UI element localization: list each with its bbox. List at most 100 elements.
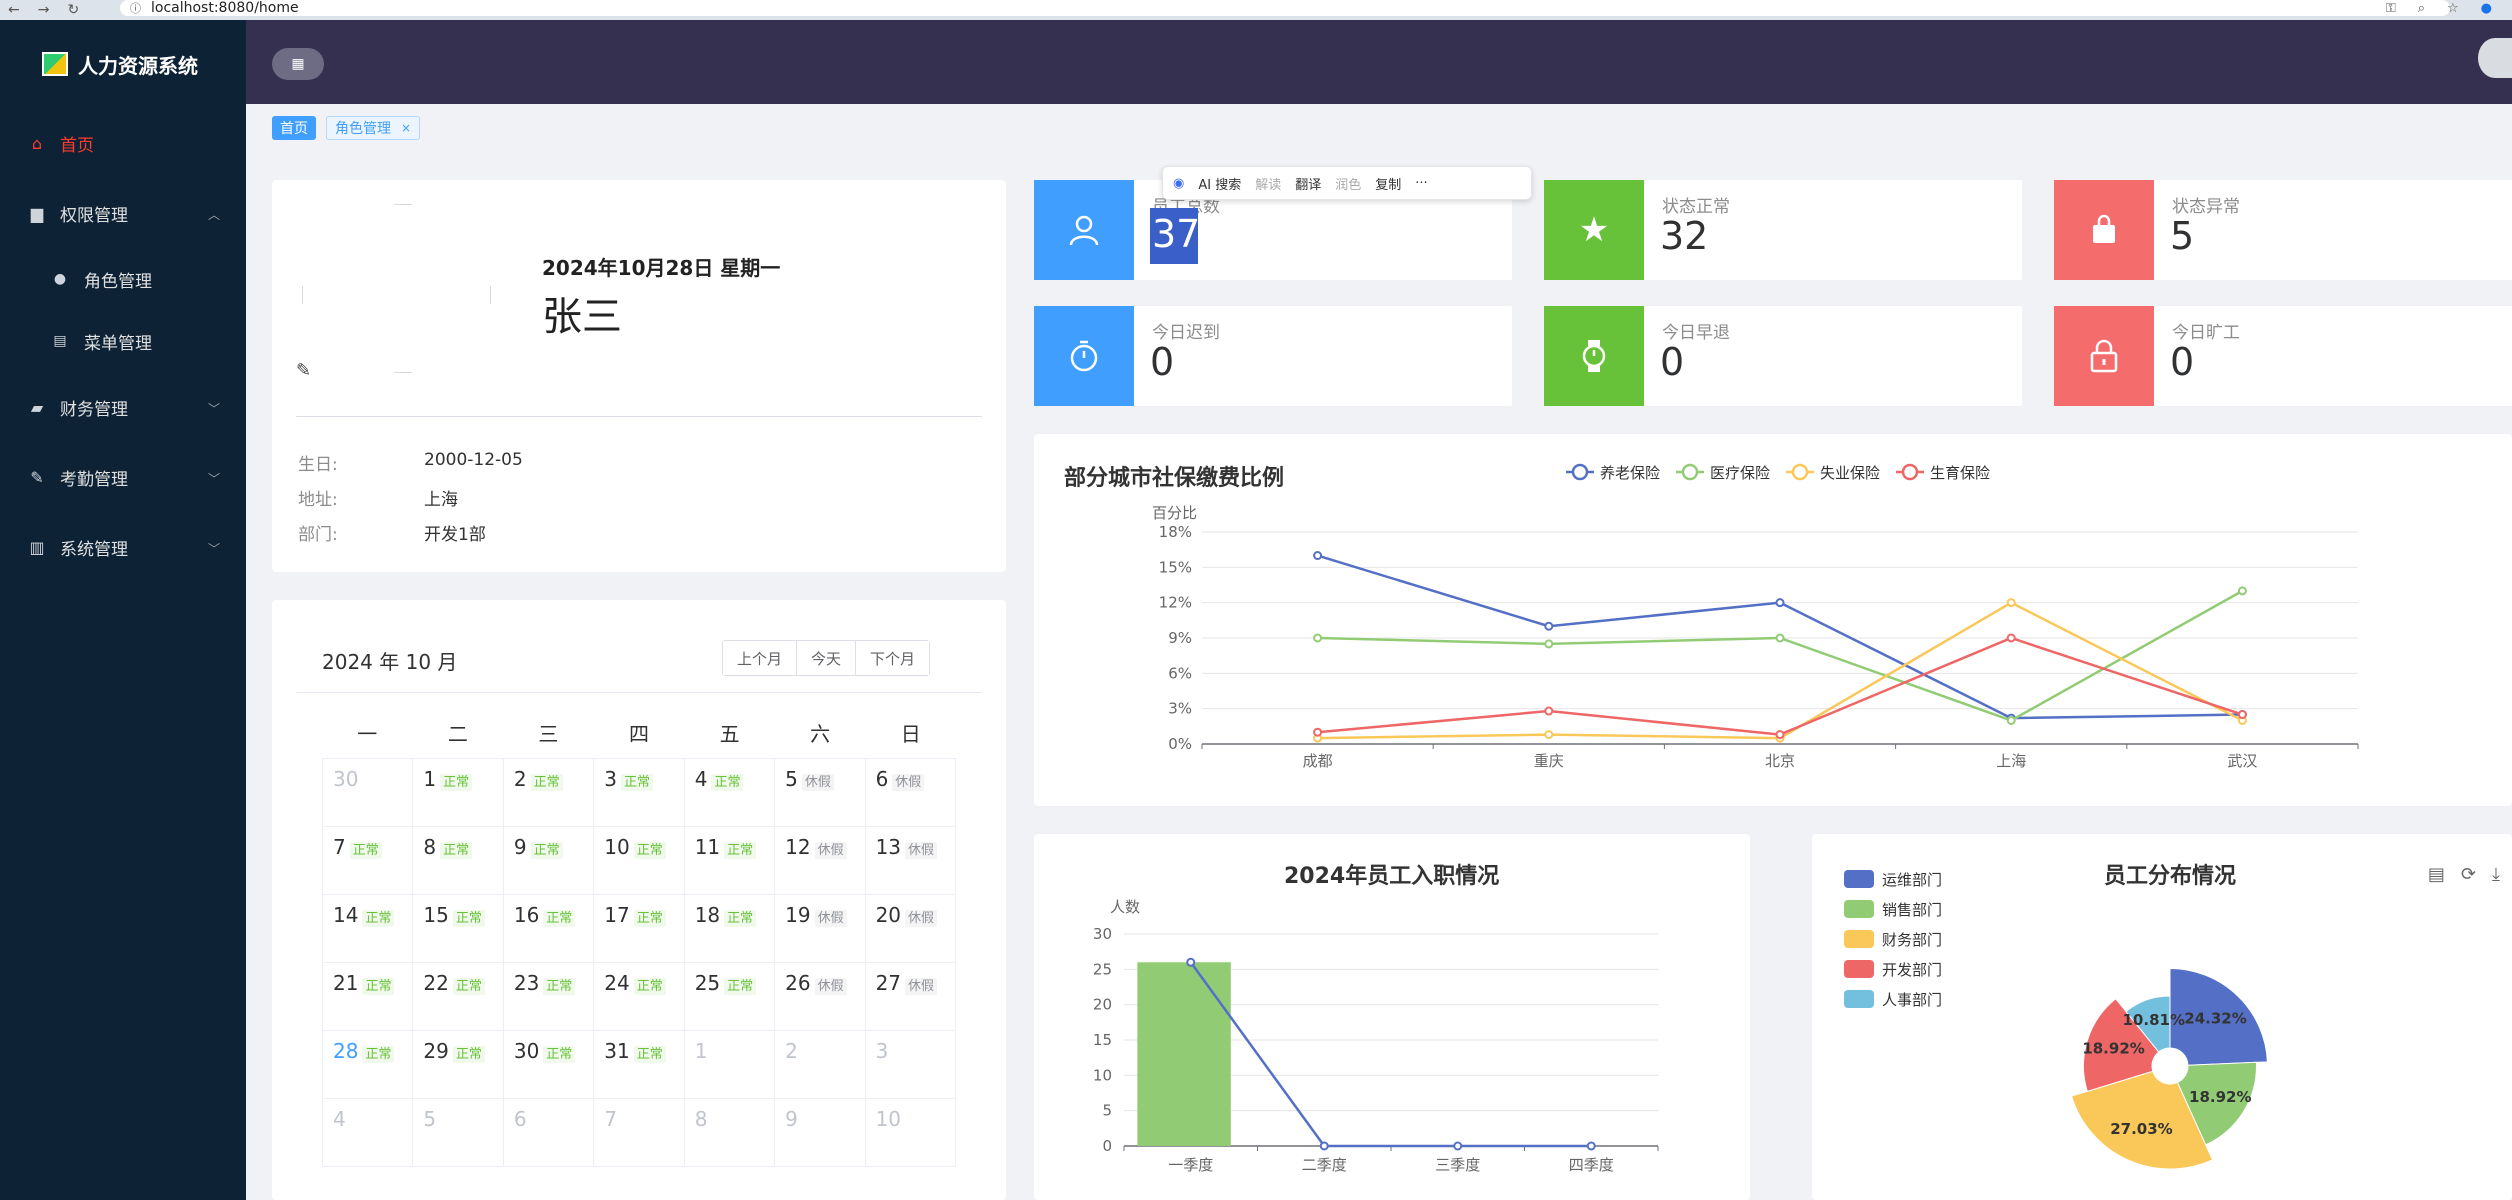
calendar-day[interactable]: 10 正常: [594, 827, 685, 895]
day-number: 23: [513, 971, 540, 995]
day-number: 22: [423, 971, 449, 995]
calendar-day[interactable]: 2 正常: [503, 759, 595, 827]
calendar-day[interactable]: 22 正常: [413, 963, 504, 1031]
calendar-day[interactable]: 13 休假: [865, 827, 956, 895]
calendar-day[interactable]: 9: [775, 1099, 866, 1167]
sidebar-item-system[interactable]: ▥ 系统管理 ﹀: [0, 512, 246, 582]
calendar-day[interactable]: 25 正常: [684, 963, 776, 1031]
back-icon[interactable]: ←: [8, 2, 20, 18]
url-text[interactable]: localhost:8080/home: [151, 0, 299, 16]
info-icon[interactable]: ⓘ: [130, 0, 141, 16]
calendar-day[interactable]: 6 休假: [865, 759, 956, 827]
calendar-day-today[interactable]: 28 正常: [323, 1031, 414, 1099]
calendar-day[interactable]: 17 正常: [594, 895, 685, 963]
chevron-up-icon: ︿: [207, 208, 220, 222]
calendar-day[interactable]: 18 正常: [684, 895, 776, 963]
calendar-day[interactable]: 6: [503, 1099, 595, 1167]
calendar-day[interactable]: 21 正常: [323, 963, 414, 1031]
calendar-day[interactable]: 27 休假: [865, 963, 956, 1031]
app-logo[interactable]: 人力资源系统: [0, 20, 246, 108]
reload-icon[interactable]: ↻: [67, 2, 79, 18]
key-icon[interactable]: ⚿: [2386, 1, 2396, 16]
sidebar-item-menu-management[interactable]: ▤ 菜单管理: [0, 310, 246, 372]
calendar-day[interactable]: 4 正常: [684, 759, 776, 827]
close-icon[interactable]: ×: [401, 121, 411, 135]
stat-card-early-leave[interactable]: 今日早退 0: [1544, 306, 2022, 406]
calendar-day[interactable]: 7 正常: [323, 827, 414, 895]
today-button[interactable]: 今天: [797, 641, 857, 675]
calendar-day[interactable]: 5: [413, 1099, 504, 1167]
calendar-day[interactable]: 7: [594, 1099, 685, 1167]
calendar-day[interactable]: 30: [323, 759, 414, 827]
chevron-down-icon: ﹀: [207, 472, 220, 486]
calendar-day[interactable]: 4: [323, 1099, 414, 1167]
status-badge: 正常: [633, 842, 666, 859]
translate-button[interactable]: 翻译: [1295, 174, 1321, 193]
calendar-day[interactable]: 14 正常: [323, 895, 414, 963]
assistant-logo-icon[interactable]: ◉: [1173, 176, 1184, 191]
ai-search-button[interactable]: AI 搜索: [1198, 174, 1241, 193]
calendar-day[interactable]: 1 正常: [413, 759, 504, 827]
calendar-day[interactable]: 11 正常: [684, 827, 776, 895]
calendar-day[interactable]: 2: [775, 1031, 866, 1099]
day-number: 19: [785, 903, 811, 927]
next-month-button[interactable]: 下个月: [856, 641, 930, 675]
legend-marker: [1791, 463, 1809, 481]
sidebar-item-attendance[interactable]: ✎ 考勤管理 ﹀: [0, 442, 246, 512]
stat-card-late[interactable]: 今日迟到 0: [1034, 306, 1512, 406]
forward-icon[interactable]: →: [38, 2, 50, 18]
calendar-day[interactable]: 23 正常: [503, 963, 595, 1031]
calendar-day[interactable]: 10: [865, 1099, 956, 1167]
calendar-day[interactable]: 1: [684, 1031, 776, 1099]
polish-button[interactable]: 润色: [1335, 174, 1361, 193]
star-icon[interactable]: ☆: [2447, 1, 2459, 16]
app-title: 人力资源系统: [78, 53, 198, 78]
calendar-day[interactable]: 24 正常: [594, 963, 685, 1031]
stat-card-normal[interactable]: ★ 状态正常 32: [1544, 180, 2022, 280]
sidebar-item-role-management[interactable]: ● 角色管理: [0, 248, 246, 310]
status-badge: 休假: [905, 910, 938, 927]
tag-home[interactable]: 首页: [272, 116, 316, 140]
status-badge: 正常: [543, 1046, 576, 1063]
calendar-day[interactable]: 26 休假: [775, 963, 866, 1031]
more-icon[interactable]: ···: [1415, 176, 1427, 191]
tag-role-management[interactable]: 角色管理 ×: [326, 116, 421, 140]
calendar-day[interactable]: 30 正常: [503, 1031, 595, 1099]
address-bar[interactable]: ⓘ localhost:8080/home: [120, 0, 2450, 16]
stat-card-absent[interactable]: 今日旷工 0: [2054, 306, 2512, 406]
explain-button[interactable]: 解读: [1255, 174, 1281, 193]
edit-icon[interactable]: ✎: [296, 360, 311, 381]
y-tick-label: 15: [1093, 1031, 1112, 1049]
sidebar-item-finance[interactable]: ▰ 财务管理 ﹀: [0, 372, 246, 442]
calendar-day[interactable]: 16 正常: [503, 895, 595, 963]
copy-button[interactable]: 复制: [1375, 174, 1401, 193]
calendar-day[interactable]: 3 正常: [594, 759, 685, 827]
chevron-down-icon: ﹀: [207, 402, 220, 416]
calendar-day[interactable]: 31 正常: [594, 1031, 685, 1099]
calendar-day[interactable]: 8 正常: [413, 827, 504, 895]
calendar-day[interactable]: 15 正常: [413, 895, 504, 963]
calendar-day[interactable]: 8: [684, 1099, 776, 1167]
collapse-menu-button[interactable]: ▦: [272, 48, 324, 80]
x-tick-label: 二季度: [1302, 1156, 1347, 1174]
browser-actions: ⚿ ⌕ ☆ ●: [2386, 1, 2492, 16]
day-number: 8: [694, 1107, 708, 1131]
prev-month-button[interactable]: 上个月: [723, 641, 798, 675]
calendar-day[interactable]: 5 休假: [775, 759, 866, 827]
stat-card-abnormal[interactable]: 状态异常 5: [2054, 180, 2512, 280]
data-point: [2006, 598, 2016, 608]
calendar-day[interactable]: 9 正常: [503, 827, 595, 895]
sidebar-item-home[interactable]: ⌂ 首页: [0, 108, 246, 178]
sidebar-item-permissions[interactable]: ▆ 权限管理 ︿: [0, 178, 246, 248]
calendar-day[interactable]: 12 休假: [775, 827, 866, 895]
day-number: 6: [875, 767, 889, 791]
profile-icon[interactable]: ●: [2481, 1, 2492, 16]
calendar-day[interactable]: 3: [865, 1031, 956, 1099]
calendar-day[interactable]: 20 休假: [865, 895, 956, 963]
avatar[interactable]: [2478, 38, 2512, 78]
calendar-day[interactable]: 19 休假: [775, 895, 866, 963]
zoom-icon[interactable]: ⌕: [2418, 1, 2425, 16]
calendar-day[interactable]: 29 正常: [413, 1031, 504, 1099]
day-number: 5: [785, 767, 798, 791]
user-avatar-placeholder[interactable]: [302, 204, 502, 374]
